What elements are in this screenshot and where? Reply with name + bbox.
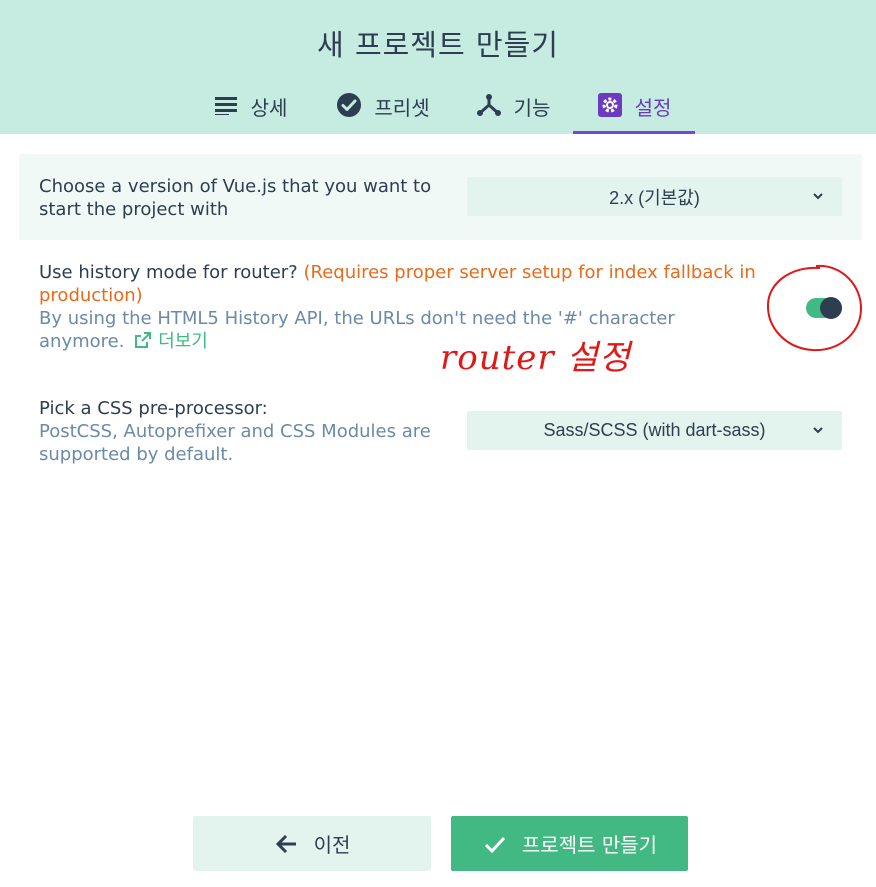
tab-settings[interactable]: 설정 bbox=[573, 84, 695, 134]
previous-button-label: 이전 bbox=[313, 833, 351, 857]
tab-features-label: 기능 bbox=[513, 96, 551, 120]
vue-version-label: Choose a version of Vue.js that you want… bbox=[39, 176, 432, 220]
tab-details[interactable]: 상세 bbox=[200, 84, 300, 134]
tab-features[interactable]: 기능 bbox=[463, 84, 563, 134]
create-project-button-label: 프로젝트 만들기 bbox=[521, 833, 658, 857]
check-icon bbox=[484, 836, 506, 853]
css-preprocessor-description: PostCSS, Autoprefixer and CSS Modules ar… bbox=[39, 421, 431, 465]
annotation-text: router 설정 bbox=[440, 338, 632, 378]
history-mode-label: Use history mode for router? bbox=[39, 262, 298, 283]
more-link[interactable]: 더보기 bbox=[130, 331, 208, 352]
tab-details-label: 상세 bbox=[250, 96, 288, 120]
css-preprocessor-label: Pick a CSS pre-processor: bbox=[39, 398, 268, 419]
tab-settings-label: 설정 bbox=[634, 96, 672, 120]
tab-presets-label: 프리셋 bbox=[374, 96, 430, 120]
vue-version-value: 2.x (기본값) bbox=[609, 187, 700, 208]
arrow-left-icon bbox=[275, 834, 296, 853]
gear-icon bbox=[597, 92, 623, 118]
chevron-down-icon bbox=[813, 193, 823, 200]
annotation-circle bbox=[766, 264, 863, 352]
tab-bar: 상세 프리셋 기능 설정 bbox=[0, 84, 876, 134]
previous-button[interactable]: 이전 bbox=[193, 816, 431, 871]
list-icon bbox=[213, 92, 239, 118]
css-preprocessor-select[interactable]: Sass/SCSS (with dart-sass) bbox=[467, 411, 842, 450]
create-project-button[interactable]: 프로젝트 만들기 bbox=[451, 816, 688, 871]
page-title: 새 프로젝트 만들기 bbox=[317, 28, 559, 62]
history-mode-text: Use history mode for router? (Requires p… bbox=[39, 261, 759, 307]
external-link-icon bbox=[135, 332, 152, 348]
header: 새 프로젝트 만들기 상세 프리셋 기능 설정 bbox=[0, 0, 876, 134]
css-preprocessor-text: Pick a CSS pre-processor: PostCSS, Autop… bbox=[39, 397, 439, 466]
check-circle-icon bbox=[336, 92, 362, 118]
tab-presets[interactable]: 프리셋 bbox=[318, 84, 448, 134]
chevron-down-icon bbox=[813, 427, 823, 434]
css-preprocessor-value: Sass/SCSS (with dart-sass) bbox=[543, 420, 766, 440]
fork-icon bbox=[476, 92, 502, 118]
more-link-label: 더보기 bbox=[158, 331, 208, 352]
vue-version-select[interactable]: 2.x (기본값) bbox=[467, 177, 842, 216]
